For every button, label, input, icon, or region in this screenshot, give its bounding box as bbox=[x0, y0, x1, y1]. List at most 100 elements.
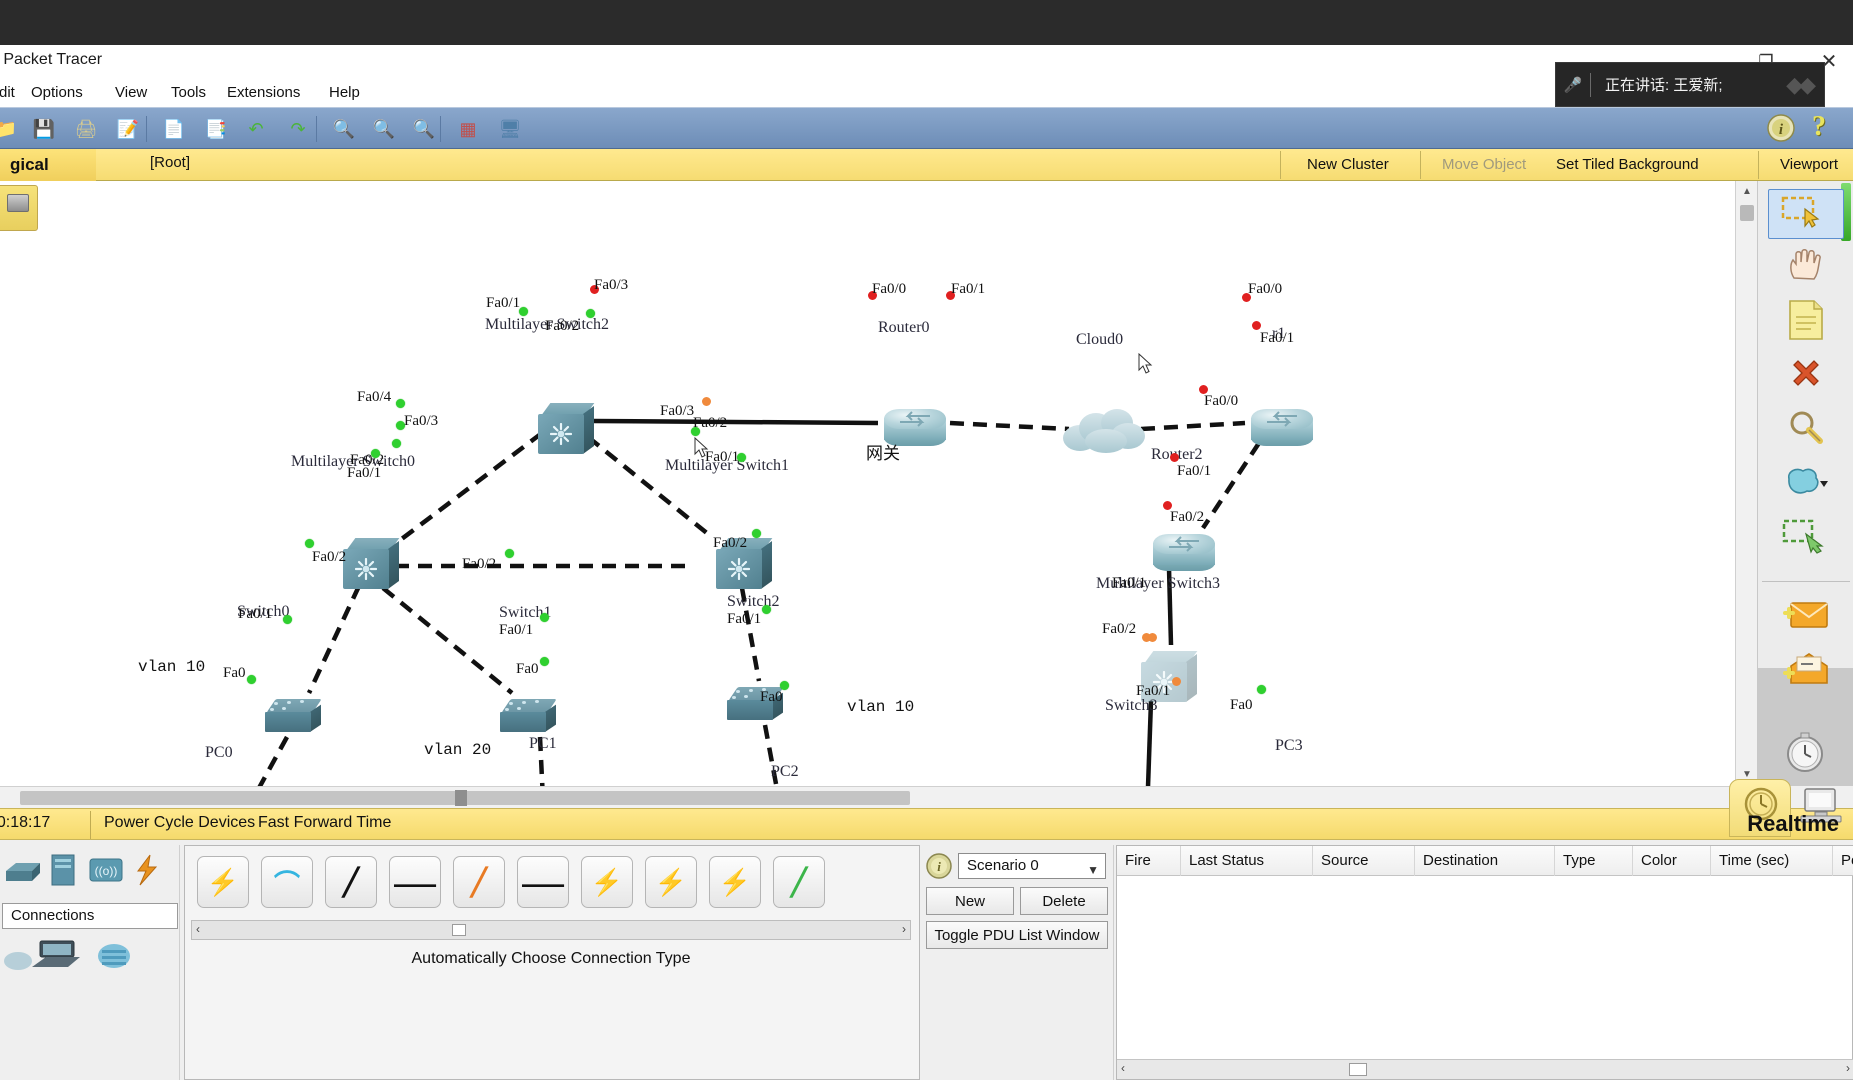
wireless-category-icon[interactable]: ((o)) bbox=[86, 855, 126, 885]
help-icon[interactable]: ? bbox=[1812, 111, 1826, 143]
select-tool[interactable] bbox=[1768, 189, 1844, 239]
place-note-tool[interactable] bbox=[1768, 297, 1844, 347]
auto-connection[interactable]: ⚡ bbox=[197, 856, 249, 908]
workspace-vertical-scrollbar[interactable]: ▲ ▼ bbox=[1735, 181, 1757, 786]
paste-icon[interactable]: 📑 bbox=[200, 113, 232, 145]
power-cycle-devices-button[interactable]: Power Cycle Devices bbox=[104, 814, 255, 832]
coaxial-connection[interactable]: ⚡ bbox=[581, 856, 633, 908]
draw-shape-tool[interactable] bbox=[1768, 459, 1844, 509]
logical-workspace[interactable]: Multilayer Switch2 Multilayer Switch0 Mult… bbox=[0, 181, 1757, 786]
copper-device-icon[interactable] bbox=[30, 937, 80, 967]
network-link[interactable] bbox=[306, 585, 362, 694]
scroll-up-icon[interactable]: ▲ bbox=[1739, 184, 1755, 200]
move-object-button[interactable]: Move Object bbox=[1432, 154, 1536, 176]
serial-dte-connection[interactable]: ⚡ bbox=[709, 856, 761, 908]
scroll-left-icon[interactable]: ‹ bbox=[1121, 1061, 1125, 1075]
pdu-column-last-status[interactable]: Last Status bbox=[1181, 846, 1313, 876]
monitor-icon bbox=[7, 194, 29, 212]
zoom-in-icon[interactable]: 🔍 bbox=[328, 113, 360, 145]
activity-wizard-icon[interactable]: 📝 bbox=[112, 113, 144, 145]
simulation-status-bar: 00:18:17 Power Cycle Devices Fast Forwar… bbox=[0, 779, 1853, 840]
undo-icon[interactable]: ↶ bbox=[240, 113, 272, 145]
switches-category-icon[interactable] bbox=[44, 853, 84, 886]
pc-2-label: PC2 bbox=[771, 763, 799, 780]
connection-scroll-thumb[interactable] bbox=[452, 924, 466, 936]
logical-view-tab[interactable]: gical bbox=[0, 149, 96, 181]
app-title: o Packet Tracer bbox=[0, 51, 103, 68]
scroll-right-icon[interactable]: › bbox=[1846, 1061, 1850, 1075]
fiber-connection[interactable]: ╱ bbox=[453, 856, 505, 908]
menu-tools[interactable]: Tools bbox=[166, 82, 211, 104]
pdu-column-time-sec[interactable]: Time (sec) bbox=[1711, 846, 1833, 876]
scroll-right-icon[interactable]: › bbox=[902, 922, 906, 936]
pdu-column-fire[interactable]: Fire bbox=[1117, 846, 1181, 876]
connection-grid-scrollbar[interactable]: ‹ › bbox=[191, 920, 911, 940]
phone-connection[interactable]: ⸺ bbox=[517, 856, 569, 908]
open-folder-icon[interactable]: 📁 bbox=[0, 113, 22, 145]
new-pdu-button[interactable]: New bbox=[926, 887, 1014, 915]
resize-shape-tool[interactable] bbox=[1768, 513, 1844, 563]
network-link[interactable] bbox=[381, 586, 514, 695]
custom-devices-icon[interactable]: 🖥 bbox=[494, 113, 526, 145]
print-icon[interactable]: 🖨 bbox=[70, 113, 102, 145]
menu-view[interactable]: View bbox=[110, 82, 152, 104]
set-tiled-background-button[interactable]: Set Tiled Background bbox=[1546, 154, 1709, 176]
pdu-column-color[interactable]: Color bbox=[1633, 846, 1711, 876]
port-status-indicator bbox=[540, 613, 549, 622]
octal-connection[interactable]: ╱ bbox=[773, 856, 825, 908]
toggle-pdu-list-window-button[interactable]: Toggle PDU List Window bbox=[926, 921, 1108, 949]
routers-category-icon[interactable] bbox=[2, 857, 42, 887]
menu-options[interactable]: Options bbox=[26, 82, 88, 104]
horizontal-scroll-mark[interactable] bbox=[455, 790, 467, 806]
pdu-column-source[interactable]: Source bbox=[1313, 846, 1415, 876]
network-link[interactable] bbox=[949, 420, 1070, 432]
menu-extensions[interactable]: Extensions bbox=[222, 82, 305, 104]
copper-crossover-connection[interactable]: ⸺ bbox=[389, 856, 441, 908]
router-icon bbox=[1251, 409, 1313, 446]
network-link[interactable] bbox=[586, 435, 710, 536]
add-complex-pdu[interactable] bbox=[1768, 647, 1844, 697]
info-icon[interactable]: i bbox=[1766, 113, 1796, 143]
move-layout-tool[interactable] bbox=[1768, 243, 1844, 293]
delete-pdu-button[interactable]: Delete bbox=[1020, 887, 1108, 915]
network-link[interactable] bbox=[593, 418, 879, 426]
palette-icon[interactable]: ▦ bbox=[452, 113, 484, 145]
delete-tool[interactable] bbox=[1768, 351, 1844, 401]
zoom-out-icon[interactable]: 🔍 bbox=[408, 113, 440, 145]
save-icon[interactable]: 💾 bbox=[28, 113, 60, 145]
clock-icon[interactable] bbox=[1782, 730, 1828, 776]
scroll-left-icon[interactable]: ‹ bbox=[196, 922, 200, 936]
redo-icon[interactable]: ↷ bbox=[282, 113, 314, 145]
router-0-label: Router0 bbox=[878, 319, 930, 336]
fiber-device-icon[interactable] bbox=[94, 941, 134, 971]
pdu-scroll-thumb[interactable] bbox=[1349, 1063, 1367, 1076]
scenario-select[interactable]: Scenario 0 ▼ bbox=[958, 853, 1106, 879]
zoom-reset-icon[interactable]: 🔍 bbox=[368, 113, 400, 145]
pdu-column-periodic[interactable]: Periodic bbox=[1833, 846, 1853, 876]
inspect-tool[interactable] bbox=[1768, 405, 1844, 455]
viewport-button[interactable]: Viewport bbox=[1770, 154, 1848, 176]
pdu-table-scrollbar[interactable]: ‹ › bbox=[1117, 1059, 1853, 1079]
network-link[interactable] bbox=[1140, 420, 1246, 432]
copy-icon[interactable]: 📄 bbox=[158, 113, 190, 145]
network-link[interactable] bbox=[393, 431, 544, 546]
chevron-down-icon[interactable]: ▼ bbox=[1087, 858, 1099, 882]
vertical-scroll-thumb[interactable] bbox=[1740, 205, 1754, 221]
pdu-column-destination[interactable]: Destination bbox=[1415, 846, 1555, 876]
pdu-column-type[interactable]: Type bbox=[1555, 846, 1633, 876]
connections-category-icon[interactable] bbox=[128, 853, 168, 886]
serial-dce-connection[interactable]: ⚡ bbox=[645, 856, 697, 908]
fast-forward-time-button[interactable]: Fast Forward Time bbox=[258, 814, 391, 832]
network-link[interactable] bbox=[248, 735, 289, 786]
network-link[interactable] bbox=[1201, 441, 1261, 530]
console-connection[interactable]: ⌒ bbox=[261, 856, 313, 908]
copper-straight-connection[interactable]: ╱ bbox=[325, 856, 377, 908]
port-label: Fa0/2 bbox=[312, 549, 347, 565]
new-cluster-button[interactable]: New Cluster bbox=[1297, 154, 1399, 176]
port-label: Fa0/1 bbox=[951, 281, 986, 297]
physical-view-tab[interactable] bbox=[0, 185, 38, 231]
add-simple-pdu[interactable] bbox=[1768, 593, 1844, 643]
workspace-horizontal-scrollbar[interactable]: › bbox=[0, 786, 1757, 808]
menu-dit[interactable]: dit bbox=[0, 82, 20, 104]
menu-help[interactable]: Help bbox=[324, 82, 365, 104]
